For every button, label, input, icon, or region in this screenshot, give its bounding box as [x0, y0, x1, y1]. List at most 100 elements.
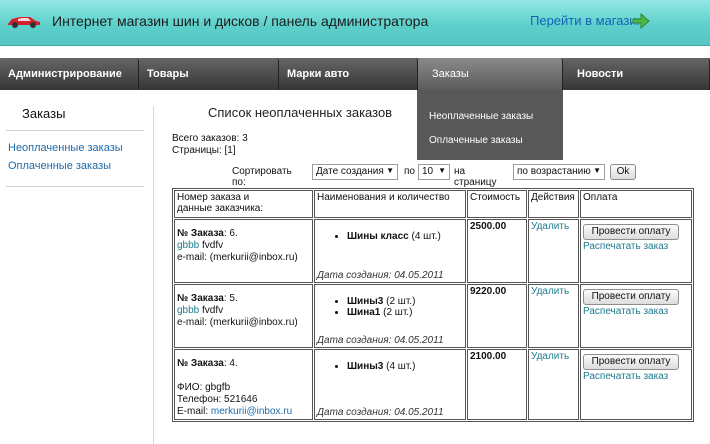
item-qty: (2 шт.) — [380, 307, 413, 318]
header-payment: Оплата — [580, 190, 692, 218]
dropdown-item-unpaid[interactable]: Неоплаченные заказы — [429, 111, 533, 122]
items-cell: Шины3 (2 шт.) Шина1 (2 шт.) Дата создани… — [314, 284, 466, 348]
pay-button[interactable]: Провести оплату — [583, 354, 679, 370]
ok-button[interactable]: Ok — [610, 164, 636, 180]
print-order-link[interactable]: Распечатать заказ — [583, 241, 668, 252]
order-info-cell: № Заказа: 5. gbbb fvdfv e-mail: (merkuri… — [174, 284, 313, 348]
email-link[interactable]: merkurii@inbox.ru — [211, 406, 292, 417]
select-value: 10 — [422, 166, 434, 177]
customer-rest: fvdfv — [199, 240, 224, 251]
list-item: Шина1 (2 шт.) — [347, 307, 463, 318]
items-cell: Шины класс (4 шт.) Дата создания: 04.05.… — [314, 219, 466, 283]
order-label: № Заказа — [177, 358, 224, 369]
order-no: : 4. — [223, 358, 238, 369]
email-label: E-mail: — [177, 406, 211, 417]
customer-phone: Телефон: 521646 — [177, 394, 258, 405]
nav-label: Марки авто — [287, 68, 350, 80]
item-name: Шина1 — [347, 307, 381, 318]
cost-cell: 9220.00 — [467, 284, 527, 348]
sort-field-select[interactable]: Дате создания ▼ — [312, 164, 398, 180]
table-row: № Заказа: 5. gbbb fvdfv e-mail: (merkuri… — [174, 284, 692, 348]
pay-button[interactable]: Провести оплату — [583, 224, 679, 240]
cost-cell: 2100.00 — [467, 349, 527, 420]
customer-line: gbbb fvdfv — [177, 240, 310, 252]
by-label: по — [404, 166, 415, 177]
customer-link[interactable]: gbbb — [177, 240, 199, 251]
order-number: № Заказа: 4. — [177, 358, 310, 370]
sidebar-divider — [6, 130, 144, 131]
delete-link[interactable]: Удалить — [531, 351, 569, 362]
pay-button[interactable]: Провести оплату — [583, 289, 679, 305]
nav-car-brands[interactable]: Марки авто — [279, 58, 418, 90]
customer-link[interactable]: gbbb — [177, 305, 199, 316]
chevron-down-icon: ▼ — [593, 166, 601, 175]
delete-link[interactable]: Удалить — [531, 221, 569, 232]
nav-products[interactable]: Товары — [139, 58, 279, 90]
per-page-select[interactable]: 10 ▼ — [418, 164, 450, 180]
customer-email: E-mail: merkurii@inbox.ru — [177, 406, 310, 418]
nav-label: Заказы — [432, 68, 469, 80]
select-value: Дате создания — [316, 166, 384, 177]
column-divider — [153, 106, 154, 444]
nav-administration[interactable]: Администрирование — [0, 58, 139, 90]
customer-email: e-mail: (merkurii@inbox.ru) — [177, 252, 298, 263]
items-cell: Шины3 (4 шт.) Дата создания: 04.05.2011 — [314, 349, 466, 420]
items-list: Шины3 (4 шт.) — [317, 351, 463, 372]
cost-cell: 2500.00 — [467, 219, 527, 283]
customer-line: gbbb fvdfv — [177, 305, 310, 317]
cost-value: 2500.00 — [470, 221, 507, 232]
item-name: Шины класс — [347, 231, 409, 242]
nav-label: Администрирование — [8, 68, 122, 80]
actions-cell: Удалить — [528, 219, 579, 283]
table-header-row: Номер заказа и данные заказчика: Наимено… — [174, 190, 692, 218]
car-logo-icon[interactable] — [6, 13, 42, 29]
print-order-link[interactable]: Распечатать заказ — [583, 306, 668, 317]
order-no: : 5. — [223, 293, 238, 304]
list-item: Шины3 (2 шт.) — [347, 296, 463, 307]
orders-dropdown-menu: Неоплаченные заказы Оплаченные заказы — [417, 90, 563, 160]
sidebar-divider — [6, 186, 144, 187]
header-actions: Действия — [528, 190, 579, 218]
cost-value: 2100.00 — [470, 351, 507, 362]
nav-label: Товары — [147, 68, 189, 80]
pages-info: Страницы: [1] — [172, 145, 236, 156]
header-items: Наименования и количество — [314, 190, 466, 218]
payment-cell: Провести оплату Распечатать заказ — [580, 284, 692, 348]
green-arrow-right-icon[interactable] — [632, 13, 650, 29]
nav-orders[interactable]: Заказы — [418, 58, 563, 90]
header-order-line1: Номер заказа и — [177, 192, 250, 203]
sort-order-select[interactable]: по возрастанию ▼ — [513, 164, 605, 180]
nav-news[interactable]: Новости — [563, 58, 710, 90]
page-title: Список неоплаченных заказов — [208, 105, 393, 120]
dropdown-item-paid[interactable]: Оплаченные заказы — [429, 135, 523, 146]
total-orders: Всего заказов: 3 — [172, 133, 248, 144]
item-qty: (2 шт.) — [383, 296, 416, 307]
header-cost: Стоимость — [467, 190, 527, 218]
items-list: Шины класс (4 шт.) — [317, 221, 463, 242]
order-label: № Заказа — [177, 293, 224, 304]
select-value: по возрастанию — [517, 166, 591, 177]
actions-cell: Удалить — [528, 349, 579, 420]
created-date: Дата создания: 04.05.2011 — [317, 407, 444, 418]
item-name: Шины3 — [347, 296, 384, 307]
list-item: Шины3 (4 шт.) — [347, 361, 463, 372]
customer-rest: fvdfv — [199, 305, 224, 316]
cost-value: 9220.00 — [470, 286, 507, 297]
order-info-cell: № Заказа: 4. ФИО: gbgfb Телефон: 521646 … — [174, 349, 313, 420]
created-date: Дата создания: 04.05.2011 — [317, 270, 444, 281]
header-order: Номер заказа и данные заказчика: — [174, 190, 313, 218]
sidebar-link-unpaid[interactable]: Неоплаченные заказы — [8, 142, 123, 154]
order-number: № Заказа: 6. — [177, 228, 310, 240]
header-bar: Интернет магазин шин и дисков / панель а… — [0, 0, 710, 46]
item-name: Шины3 — [347, 361, 384, 372]
print-order-link[interactable]: Распечатать заказ — [583, 371, 668, 382]
go-to-store-link[interactable]: Перейти в магазин — [530, 13, 644, 28]
header-order-line2: данные заказчика: — [177, 203, 264, 214]
delete-link[interactable]: Удалить — [531, 286, 569, 297]
order-stats: Всего заказов: 3 Страницы: [1] — [172, 133, 248, 157]
chevron-down-icon: ▼ — [438, 166, 446, 175]
list-item: Шины класс (4 шт.) — [347, 231, 463, 242]
sidebar-link-paid[interactable]: Оплаченные заказы — [8, 160, 111, 172]
nav-label: Новости — [577, 68, 624, 80]
table-row: № Заказа: 6. gbbb fvdfv e-mail: (merkuri… — [174, 219, 692, 283]
